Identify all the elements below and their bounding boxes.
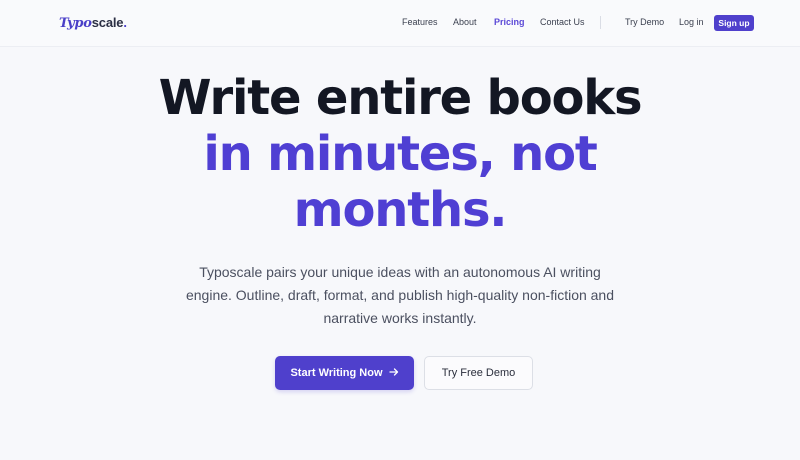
hero-subtitle: Typoscale pairs your unique ideas with a… <box>185 264 615 326</box>
brand-logo[interactable]: Typoscale. <box>59 15 127 31</box>
signup-button[interactable]: Sign up <box>714 15 754 31</box>
nav-login-link[interactable]: Log in <box>679 17 704 27</box>
logo-part-scale: scale <box>91 15 124 30</box>
hero-headline: Write entire books in minutes, not month… <box>0 70 800 238</box>
nav-link-features[interactable]: Features <box>402 17 438 27</box>
nav-divider <box>600 16 601 29</box>
nav-link-pricing[interactable]: Pricing <box>494 17 525 27</box>
arrow-right-icon <box>388 367 399 380</box>
logo-part-typo: Typo <box>59 16 92 31</box>
headline-line-2: in minutes, not <box>203 126 597 182</box>
nav-link-about[interactable]: About <box>453 17 477 27</box>
headline-line-1: Write entire books <box>158 70 643 126</box>
try-free-demo-button[interactable]: Try Free Demo <box>424 356 533 390</box>
top-navbar: Typoscale. Features About Pricing Contac… <box>0 0 800 47</box>
nav-link-contact-us[interactable]: Contact Us <box>540 17 585 27</box>
nav-try-demo-link[interactable]: Try Demo <box>625 17 664 27</box>
start-writing-label: Start Writing Now <box>290 367 383 379</box>
start-writing-button[interactable]: Start Writing Now <box>275 356 414 390</box>
logo-dot: . <box>123 15 127 30</box>
headline-line-3: months. <box>293 182 508 238</box>
